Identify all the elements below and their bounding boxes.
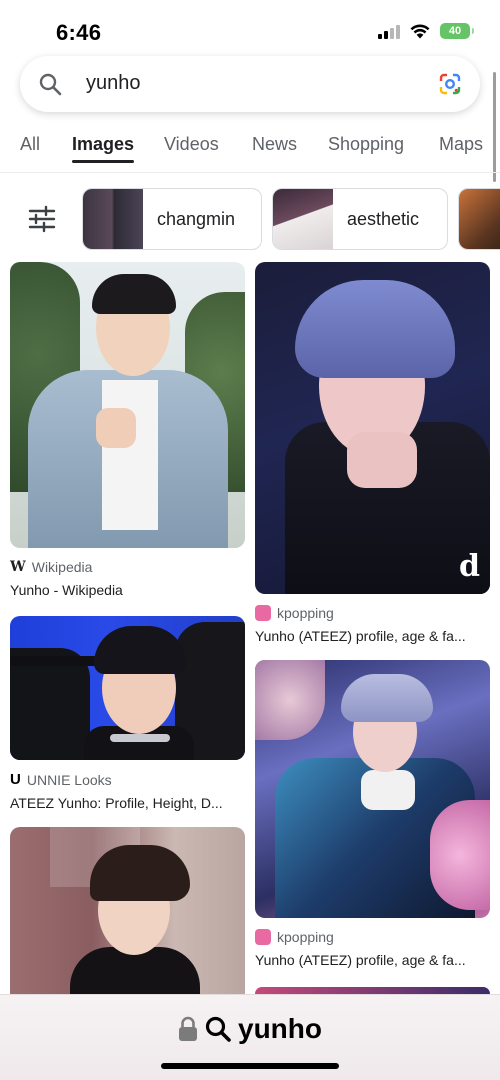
status-time: 6:46 bbox=[56, 20, 102, 45]
tab-maps[interactable]: Maps bbox=[439, 134, 483, 155]
image-result[interactable] bbox=[255, 987, 490, 994]
chip-aesthetic[interactable]: aesthetic bbox=[272, 188, 448, 250]
result-image[interactable] bbox=[255, 660, 490, 918]
search-icon bbox=[205, 1016, 231, 1042]
image-result[interactable]: d kpopping Yunho (ATEEZ) profile, age & … bbox=[255, 262, 490, 644]
image-result[interactable]: U UNNIE Looks ATEEZ Yunho: Profile, Heig… bbox=[10, 616, 245, 811]
battery-icon: 40 bbox=[440, 23, 474, 39]
search-tools-button[interactable] bbox=[20, 198, 64, 242]
result-image[interactable] bbox=[10, 616, 245, 760]
result-source-name: UNNIE Looks bbox=[26, 771, 112, 788]
result-source-name: kpopping bbox=[277, 605, 334, 621]
wifi-icon bbox=[410, 24, 430, 39]
result-image[interactable] bbox=[10, 827, 245, 994]
tab-images[interactable]: Images bbox=[72, 134, 135, 163]
result-image[interactable] bbox=[10, 262, 245, 548]
cellular-signal-icon bbox=[378, 23, 400, 39]
tab-bar: All Images Videos News Shopping Maps bbox=[0, 128, 500, 168]
home-indicator[interactable] bbox=[161, 1063, 339, 1069]
chip-thumbnail bbox=[83, 189, 143, 249]
unnie-looks-icon: U bbox=[10, 771, 21, 788]
active-tab-underline bbox=[72, 160, 135, 163]
chip-thumbnail bbox=[273, 189, 333, 249]
result-source[interactable]: W Wikipedia bbox=[10, 559, 245, 575]
result-caption[interactable]: Yunho (ATEEZ) profile, age & fa... bbox=[255, 952, 490, 968]
status-indicators: 40 bbox=[378, 23, 474, 39]
result-image[interactable]: d bbox=[255, 262, 490, 594]
image-result[interactable]: W Wikipedia Yunho - Wikipedia bbox=[10, 262, 245, 598]
battery-level: 40 bbox=[448, 25, 462, 37]
tab-all[interactable]: All bbox=[20, 134, 40, 155]
chip-label: changmin bbox=[157, 208, 236, 229]
search-icon bbox=[39, 73, 62, 96]
result-source-name: Wikipedia bbox=[31, 559, 93, 575]
chip-changmin[interactable]: changmin bbox=[82, 188, 262, 250]
chip-thumbnail bbox=[459, 189, 500, 249]
image-result[interactable]: kpopping Yunho (ATEEZ) profile, age & fa… bbox=[255, 660, 490, 968]
status-bar: 6:46 40 bbox=[0, 0, 500, 56]
dispatch-watermark: d bbox=[459, 549, 480, 584]
google-lens-icon[interactable] bbox=[438, 72, 462, 96]
result-source-name: kpopping bbox=[277, 929, 334, 945]
result-image[interactable] bbox=[255, 987, 490, 994]
result-source[interactable]: kpopping bbox=[255, 929, 490, 945]
lock-icon bbox=[179, 1016, 197, 1041]
kpopping-icon bbox=[255, 929, 271, 945]
chip-label: aesthetic bbox=[347, 208, 420, 229]
tab-shopping[interactable]: Shopping bbox=[328, 134, 404, 155]
chip-partial[interactable] bbox=[458, 188, 500, 250]
result-source[interactable]: U UNNIE Looks bbox=[10, 771, 245, 788]
tab-videos[interactable]: Videos bbox=[164, 134, 219, 155]
search-input[interactable]: yunho bbox=[86, 72, 141, 95]
result-caption[interactable]: Yunho - Wikipedia bbox=[10, 582, 245, 598]
address-field[interactable]: yunho bbox=[0, 1013, 500, 1045]
result-source[interactable]: kpopping bbox=[255, 605, 490, 621]
wikipedia-icon: W bbox=[10, 559, 26, 575]
search-bar[interactable]: yunho bbox=[20, 56, 480, 112]
kpopping-icon bbox=[255, 605, 271, 621]
result-caption[interactable]: ATEEZ Yunho: Profile, Height, D... bbox=[10, 795, 245, 811]
tune-icon bbox=[28, 205, 56, 233]
tab-news[interactable]: News bbox=[252, 134, 297, 155]
address-text: yunho bbox=[238, 1013, 322, 1044]
result-caption[interactable]: Yunho (ATEEZ) profile, age & fa... bbox=[255, 628, 490, 644]
image-result[interactable] bbox=[10, 827, 245, 994]
tabs-divider bbox=[0, 172, 500, 173]
